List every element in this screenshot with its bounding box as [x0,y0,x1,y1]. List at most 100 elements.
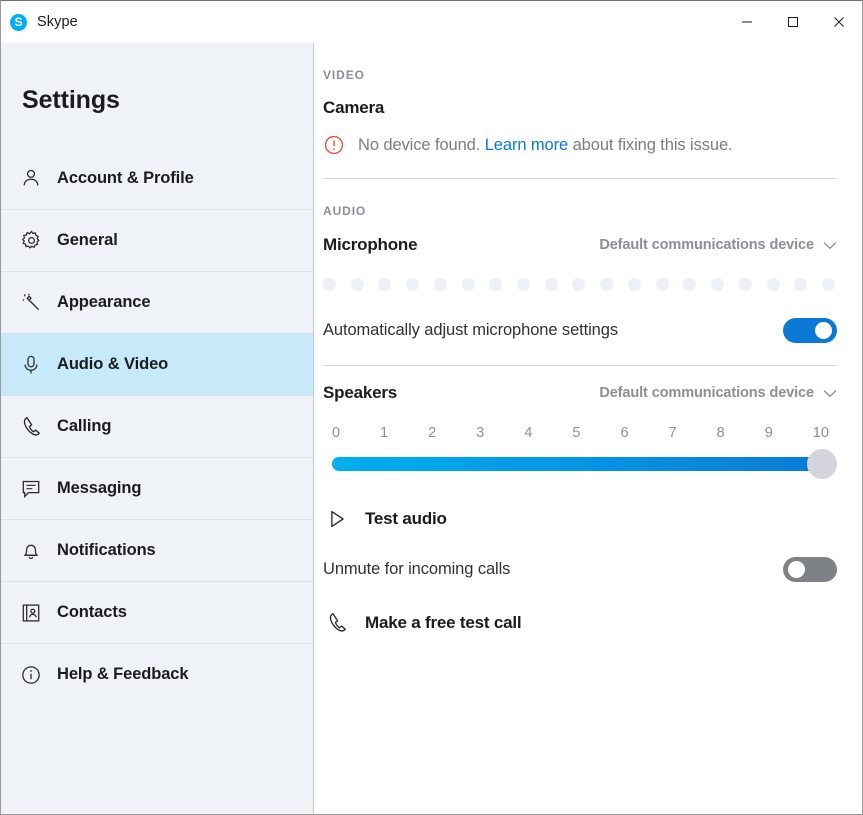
camera-status-row: No device found. Learn more about fixing… [323,134,837,156]
camera-heading: Camera [323,98,837,118]
camera-status-text: No device found. Learn more about fixing… [358,136,733,155]
volume-tick: 3 [476,425,484,441]
phone-icon [323,611,351,634]
volume-tick: 6 [620,425,628,441]
chevron-down-icon [823,389,837,398]
skype-logo-icon: S [10,14,27,31]
settings-sidebar: Settings Account & Profile [1,43,314,814]
test-audio-button[interactable]: Test audio [323,508,837,530]
sidebar-item-label: Audio & Video [57,355,168,374]
slider-handle[interactable] [807,449,837,479]
volume-tick: 5 [572,425,580,441]
volume-tick: 8 [717,425,725,441]
sidebar-item-label: Contacts [57,603,127,622]
level-dot [600,278,613,291]
sidebar-item-label: General [57,231,118,250]
settings-nav-list: Account & Profile General [1,147,313,705]
toggle-knob [788,561,805,578]
info-circle-icon [16,664,46,686]
chevron-down-icon [823,241,837,250]
level-dot [323,278,336,291]
volume-tick: 10 [813,425,829,441]
toggle-knob [815,322,832,339]
volume-tick: 2 [428,425,436,441]
auto-adjust-microphone-toggle[interactable] [783,318,837,343]
skype-settings-window: S Skype Settings [0,0,863,815]
unmute-incoming-calls-label: Unmute for incoming calls [323,560,510,579]
sidebar-item-label: Help & Feedback [57,665,188,684]
gear-icon [16,229,46,252]
maximize-icon [787,16,799,28]
play-triangle-icon [323,508,351,530]
level-dot [683,278,696,291]
microphone-device-value: Default communications device [599,237,814,253]
sidebar-item-audio-video[interactable]: Audio & Video [1,333,313,395]
maximize-button[interactable] [770,1,816,43]
level-dot [656,278,669,291]
chat-bubble-icon [16,478,46,500]
sidebar-item-general[interactable]: General [1,209,313,271]
magic-wand-icon [16,291,46,314]
sidebar-item-contacts[interactable]: Contacts [1,581,313,643]
auto-adjust-microphone-row: Automatically adjust microphone settings [323,318,837,343]
level-dot [794,278,807,291]
unmute-incoming-calls-toggle[interactable] [783,557,837,582]
speakers-device-select[interactable]: Default communications device [599,385,837,401]
camera-block: Camera No device found. Learn more about… [323,98,837,156]
minimize-icon [741,16,753,28]
auto-adjust-microphone-label: Automatically adjust microphone settings [323,321,618,340]
microphone-device-select[interactable]: Default communications device [599,237,837,253]
level-dot [462,278,475,291]
window-body: Settings Account & Profile [1,43,862,814]
sidebar-item-appearance[interactable]: Appearance [1,271,313,333]
phone-icon [16,415,46,438]
volume-tick: 4 [524,425,532,441]
sidebar-item-messaging[interactable]: Messaging [1,457,313,519]
close-icon [833,16,845,28]
level-dot [628,278,641,291]
level-dot [572,278,585,291]
make-free-test-call-button[interactable]: Make a free test call [323,611,837,634]
divider-microphone-speakers [323,365,837,366]
level-dot [434,278,447,291]
volume-tick: 7 [669,425,677,441]
window-controls [724,1,862,43]
level-dot [351,278,364,291]
level-dot [545,278,558,291]
level-dot [711,278,724,291]
speakers-row: Speakers Default communications device [323,383,837,403]
status-text-before: No device found. [358,136,485,154]
bell-icon [16,540,46,562]
contact-book-icon [16,602,46,624]
microphone-heading: Microphone [323,235,417,255]
speakers-device-value: Default communications device [599,385,814,401]
speakers-heading: Speakers [323,383,397,403]
microphone-level-meter [323,278,837,291]
learn-more-link[interactable]: Learn more [485,136,568,154]
slider-track [332,457,829,471]
person-icon [16,167,46,189]
sidebar-item-label: Calling [57,417,111,436]
status-text-after: about fixing this issue. [568,136,732,154]
sidebar-item-label: Messaging [57,479,141,498]
volume-tick: 0 [332,425,340,441]
microphone-row: Microphone Default communications device [323,235,837,255]
sidebar-item-account-profile[interactable]: Account & Profile [1,147,313,209]
microphone-icon [16,354,46,376]
level-dot [378,278,391,291]
level-dot [489,278,502,291]
sidebar-item-notifications[interactable]: Notifications [1,519,313,581]
close-button[interactable] [816,1,862,43]
sidebar-item-help-feedback[interactable]: Help & Feedback [1,643,313,705]
volume-tick: 9 [765,425,773,441]
audio-video-settings-panel: VIDEO Camera No device found. Learn more… [314,43,862,814]
title-bar: S Skype [1,1,862,43]
sidebar-item-label: Appearance [57,293,150,312]
speaker-volume-slider[interactable] [323,449,837,479]
sidebar-item-label: Notifications [57,541,156,560]
minimize-button[interactable] [724,1,770,43]
sidebar-item-calling[interactable]: Calling [1,395,313,457]
test-audio-label: Test audio [365,509,447,529]
sidebar-item-label: Account & Profile [57,169,194,188]
make-free-test-call-label: Make a free test call [365,613,521,633]
